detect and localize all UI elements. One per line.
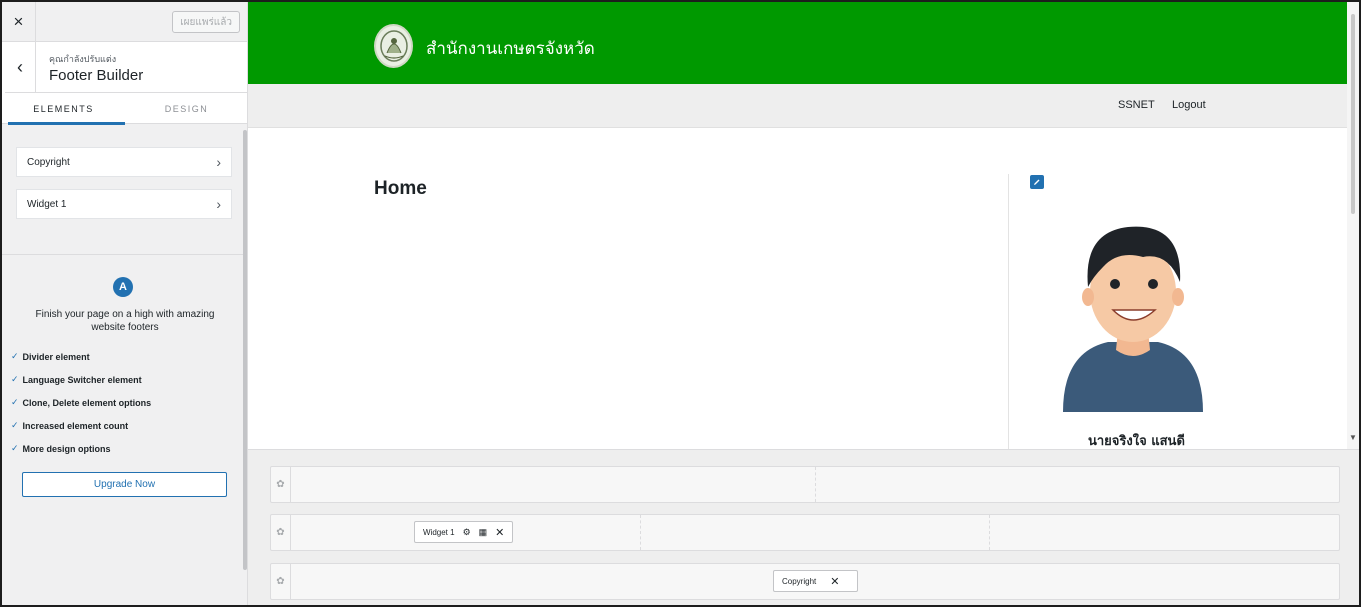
preview-scrollbar[interactable]: ▼ bbox=[1347, 2, 1359, 449]
tab-elements[interactable]: ELEMENTS bbox=[2, 93, 125, 125]
customizer-sidebar: × เผยแพร่แล้ว ‹ คุณกำลังปรับแต่ง Footer … bbox=[2, 2, 248, 605]
row-settings-icon[interactable]: ✿ bbox=[271, 564, 291, 599]
check-icon: ✓ bbox=[11, 420, 19, 430]
footer-column[interactable] bbox=[816, 467, 1339, 502]
footer-column[interactable] bbox=[291, 467, 816, 502]
copyright-chip[interactable]: Copyright ✕ bbox=[773, 570, 858, 592]
chip-label: Copyright bbox=[782, 576, 817, 586]
customizer-window: × เผยแพร่แล้ว ‹ คุณกำลังปรับแต่ง Footer … bbox=[0, 0, 1361, 607]
feature-label: Clone, Delete element options bbox=[22, 397, 152, 408]
pencil-icon bbox=[1034, 179, 1040, 185]
feature-label: More design options bbox=[22, 443, 111, 454]
feature-item: ✓ Divider element bbox=[11, 351, 90, 362]
feature-item: ✓ Language Switcher element bbox=[11, 374, 142, 385]
footer-row-below[interactable]: ✿ Copyright ✕ bbox=[270, 563, 1340, 600]
element-item-label: Widget 1 bbox=[27, 198, 67, 210]
site-header: สำนักงานเกษตรจังหวัด bbox=[248, 2, 1347, 84]
widget-1-chip[interactable]: Widget 1 ⚙ ▦ ✕ bbox=[414, 521, 514, 543]
site-title[interactable]: สำนักงานเกษตรจังหวัด bbox=[426, 35, 595, 62]
nav-link-ssnet[interactable]: SSNET bbox=[1118, 99, 1155, 111]
footer-column[interactable] bbox=[990, 515, 1339, 550]
feature-label: Language Switcher element bbox=[22, 374, 142, 385]
close-customizer-button[interactable]: × bbox=[2, 2, 36, 42]
close-icon: × bbox=[13, 12, 24, 31]
edit-widget-button[interactable] bbox=[1030, 175, 1044, 189]
sidebar-topbar: × เผยแพร่แล้ว bbox=[2, 2, 247, 42]
sidebar-scrollbar[interactable] bbox=[243, 130, 247, 570]
layout-icon[interactable]: ▦ bbox=[479, 527, 488, 538]
check-icon: ✓ bbox=[11, 374, 19, 384]
sidebar-tabs: ELEMENTS DESIGN bbox=[2, 93, 247, 125]
site-preview: สำนักงานเกษตรจังหวัด SSNET Logout Home น… bbox=[248, 2, 1359, 605]
close-icon[interactable]: ✕ bbox=[495, 526, 504, 539]
close-icon[interactable]: ✕ bbox=[830, 575, 839, 588]
check-icon: ✓ bbox=[11, 397, 19, 407]
profile-name: นายจริงใจ แสนดี bbox=[1088, 434, 1185, 449]
content-divider bbox=[1008, 174, 1009, 449]
emblem-icon bbox=[379, 30, 408, 62]
section-title: Footer Builder bbox=[49, 67, 144, 84]
check-icon: ✓ bbox=[11, 443, 19, 453]
check-icon: ✓ bbox=[11, 351, 19, 361]
feature-item: ✓ Clone, Delete element options bbox=[11, 397, 151, 408]
nav-link-logout[interactable]: Logout bbox=[1172, 99, 1206, 111]
avatar bbox=[1063, 226, 1203, 412]
scrollbar-thumb[interactable] bbox=[1351, 14, 1355, 214]
row-settings-icon[interactable]: ✿ bbox=[271, 515, 291, 550]
chevron-left-icon: ‹ bbox=[17, 57, 23, 77]
row-settings-icon[interactable]: ✿ bbox=[271, 467, 291, 502]
site-logo[interactable] bbox=[374, 24, 413, 68]
feature-item: ✓ More design options bbox=[11, 443, 111, 454]
upgrade-now-button[interactable]: Upgrade Now bbox=[22, 472, 227, 497]
astra-logo-icon: A bbox=[113, 277, 133, 297]
page-title: Home bbox=[374, 178, 427, 199]
footer-column[interactable] bbox=[641, 515, 990, 550]
feature-label: Divider element bbox=[22, 351, 90, 362]
back-button[interactable]: ‹ bbox=[2, 42, 36, 93]
footer-row-above[interactable]: ✿ bbox=[270, 466, 1340, 503]
footer-row-primary[interactable]: ✿ Widget 1 ⚙ ▦ ✕ bbox=[270, 514, 1340, 551]
site-navbar: SSNET Logout bbox=[248, 84, 1347, 128]
promo-text: Finish your page on a high with amazing … bbox=[35, 309, 215, 333]
element-item-widget-1[interactable]: Widget 1 › bbox=[16, 189, 232, 219]
publish-button[interactable]: เผยแพร่แล้ว bbox=[172, 11, 240, 33]
scroll-down-icon[interactable]: ▼ bbox=[1349, 433, 1357, 442]
tab-design[interactable]: DESIGN bbox=[125, 93, 247, 124]
chevron-right-icon: › bbox=[216, 154, 221, 170]
element-item-label: Copyright bbox=[27, 156, 70, 168]
section-subtitle: คุณกำลังปรับแต่ง bbox=[49, 55, 117, 65]
chevron-right-icon: › bbox=[216, 196, 221, 212]
chip-label: Widget 1 bbox=[423, 527, 455, 537]
feature-label: Increased element count bbox=[22, 420, 129, 431]
footer-builder: ✿ ✿ Widget 1 ⚙ ▦ ✕ ✿ Copyright ✕ bbox=[248, 449, 1359, 605]
divider bbox=[2, 254, 247, 255]
gear-icon[interactable]: ⚙ bbox=[463, 527, 471, 538]
section-header: ‹ คุณกำลังปรับแต่ง Footer Builder bbox=[2, 42, 247, 93]
element-item-copyright[interactable]: Copyright › bbox=[16, 147, 232, 177]
feature-item: ✓ Increased element count bbox=[11, 420, 128, 431]
